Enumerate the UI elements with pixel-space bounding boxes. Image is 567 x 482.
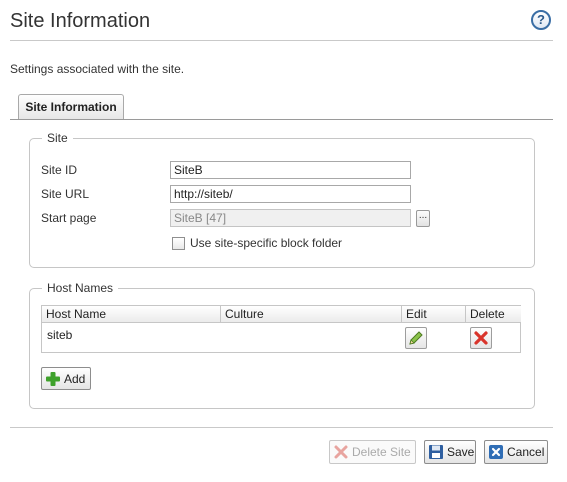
site-id-input[interactable] xyxy=(170,161,411,179)
tab-site-information[interactable]: Site Information xyxy=(18,94,124,120)
title-divider xyxy=(10,40,553,41)
pencil-icon xyxy=(409,331,423,345)
site-id-label: Site ID xyxy=(41,163,78,177)
host-names-table: Host Name Culture Edit Delete siteb xyxy=(41,305,521,353)
delete-host-button[interactable] xyxy=(470,327,492,349)
footer-divider xyxy=(10,427,553,428)
add-button-label: Add xyxy=(64,371,86,386)
save-label: Save xyxy=(447,445,475,459)
delete-site-label: Delete Site xyxy=(352,445,411,459)
site-legend: Site xyxy=(47,131,68,145)
host-name-cell: siteb xyxy=(47,328,73,342)
start-page-input xyxy=(170,209,411,227)
block-folder-checkbox[interactable] xyxy=(172,237,185,250)
edit-host-button[interactable] xyxy=(405,327,427,349)
block-folder-label[interactable]: Use site-specific block folder xyxy=(190,236,342,250)
column-header-host-name[interactable]: Host Name xyxy=(42,306,220,323)
column-header-delete: Delete xyxy=(466,306,521,323)
cancel-icon xyxy=(489,445,503,459)
site-url-input[interactable] xyxy=(170,185,411,203)
page-title: Site Information xyxy=(10,10,151,32)
delete-site-button: Delete Site xyxy=(329,440,416,464)
tab-strip-divider xyxy=(10,119,553,120)
host-names-legend: Host Names xyxy=(47,281,114,295)
save-button[interactable]: Save xyxy=(424,440,476,464)
add-host-button[interactable]: Add xyxy=(41,367,91,390)
red-x-icon xyxy=(474,331,488,345)
floppy-disk-icon xyxy=(429,445,443,459)
delete-icon xyxy=(334,445,348,459)
cancel-label: Cancel xyxy=(507,445,545,459)
column-header-edit: Edit xyxy=(402,306,465,323)
cancel-button[interactable]: Cancel xyxy=(484,440,548,464)
start-page-browse-button[interactable]: ... xyxy=(416,210,430,227)
column-header-culture[interactable]: Culture xyxy=(221,306,401,323)
help-icon[interactable]: ? xyxy=(531,10,551,30)
green-plus-icon xyxy=(46,371,60,386)
start-page-label: Start page xyxy=(41,211,97,225)
site-url-label: Site URL xyxy=(41,187,90,201)
page-description: Settings associated with the site. xyxy=(10,62,185,76)
